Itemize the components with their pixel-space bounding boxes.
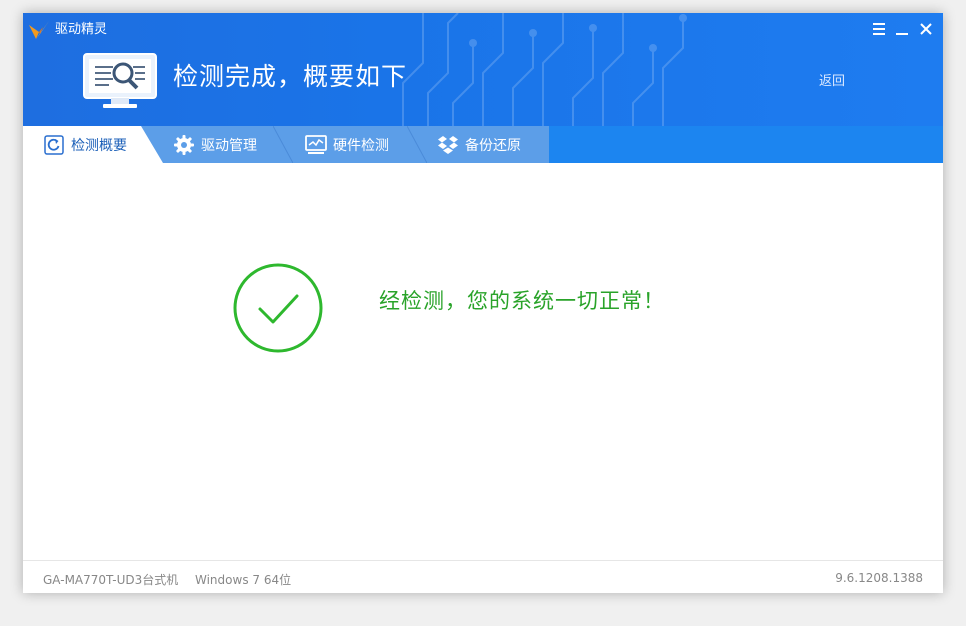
status-bar: GA-MA770T-UD3台式机 Windows 7 64位 9.6.1208.… bbox=[23, 560, 943, 593]
back-link[interactable]: 返回 bbox=[819, 74, 845, 90]
minimize-icon[interactable] bbox=[892, 19, 912, 39]
monitor-icon bbox=[305, 134, 327, 154]
close-icon[interactable] bbox=[916, 19, 936, 39]
gear-icon bbox=[174, 134, 194, 155]
tab-label: 检测概要 bbox=[71, 137, 127, 154]
tab-label: 硬件检测 bbox=[333, 137, 389, 154]
monitor-scan-illustration bbox=[83, 53, 157, 108]
tab-overview[interactable]: 检测概要 bbox=[43, 126, 127, 163]
circuit-background-graphic bbox=[402, 13, 687, 126]
machine-model: GA-MA770T-UD3台式机 bbox=[43, 573, 179, 587]
version-number: 9.6.1208.1388 bbox=[835, 571, 923, 585]
tab-bar: 检测概要 驱动管理 硬件检测 备份还原 bbox=[23, 126, 943, 163]
tab-hardware-detection[interactable]: 硬件检测 bbox=[305, 126, 389, 163]
tab-driver-management[interactable]: 驱动管理 bbox=[173, 126, 257, 163]
tab-backup-restore[interactable]: 备份还原 bbox=[437, 126, 521, 163]
result-message: 经检测，您的系统一切正常！ bbox=[379, 289, 665, 313]
main-content: 经检测，您的系统一切正常！ bbox=[23, 163, 943, 560]
header: 驱动精灵 检测完成，概要如下 返回 bbox=[23, 13, 943, 126]
check-circle-icon bbox=[233, 263, 323, 353]
refresh-icon bbox=[44, 134, 64, 155]
app-window: 驱动精灵 检测完成，概要如下 返回 检测概要 驱动管理 硬件检测 备份还原 经检… bbox=[23, 13, 943, 593]
menu-icon[interactable] bbox=[869, 19, 889, 39]
dropbox-icon bbox=[438, 135, 458, 154]
tab-label: 驱动管理 bbox=[201, 137, 257, 154]
tab-separator bbox=[273, 126, 293, 163]
os-info: Windows 7 64位 bbox=[195, 573, 292, 587]
logo-icon bbox=[29, 21, 49, 39]
app-title: 驱动精灵 bbox=[55, 22, 108, 37]
tab-separator bbox=[407, 126, 427, 163]
page-title: 检测完成，概要如下 bbox=[173, 62, 408, 91]
tab-label: 备份还原 bbox=[465, 137, 521, 154]
